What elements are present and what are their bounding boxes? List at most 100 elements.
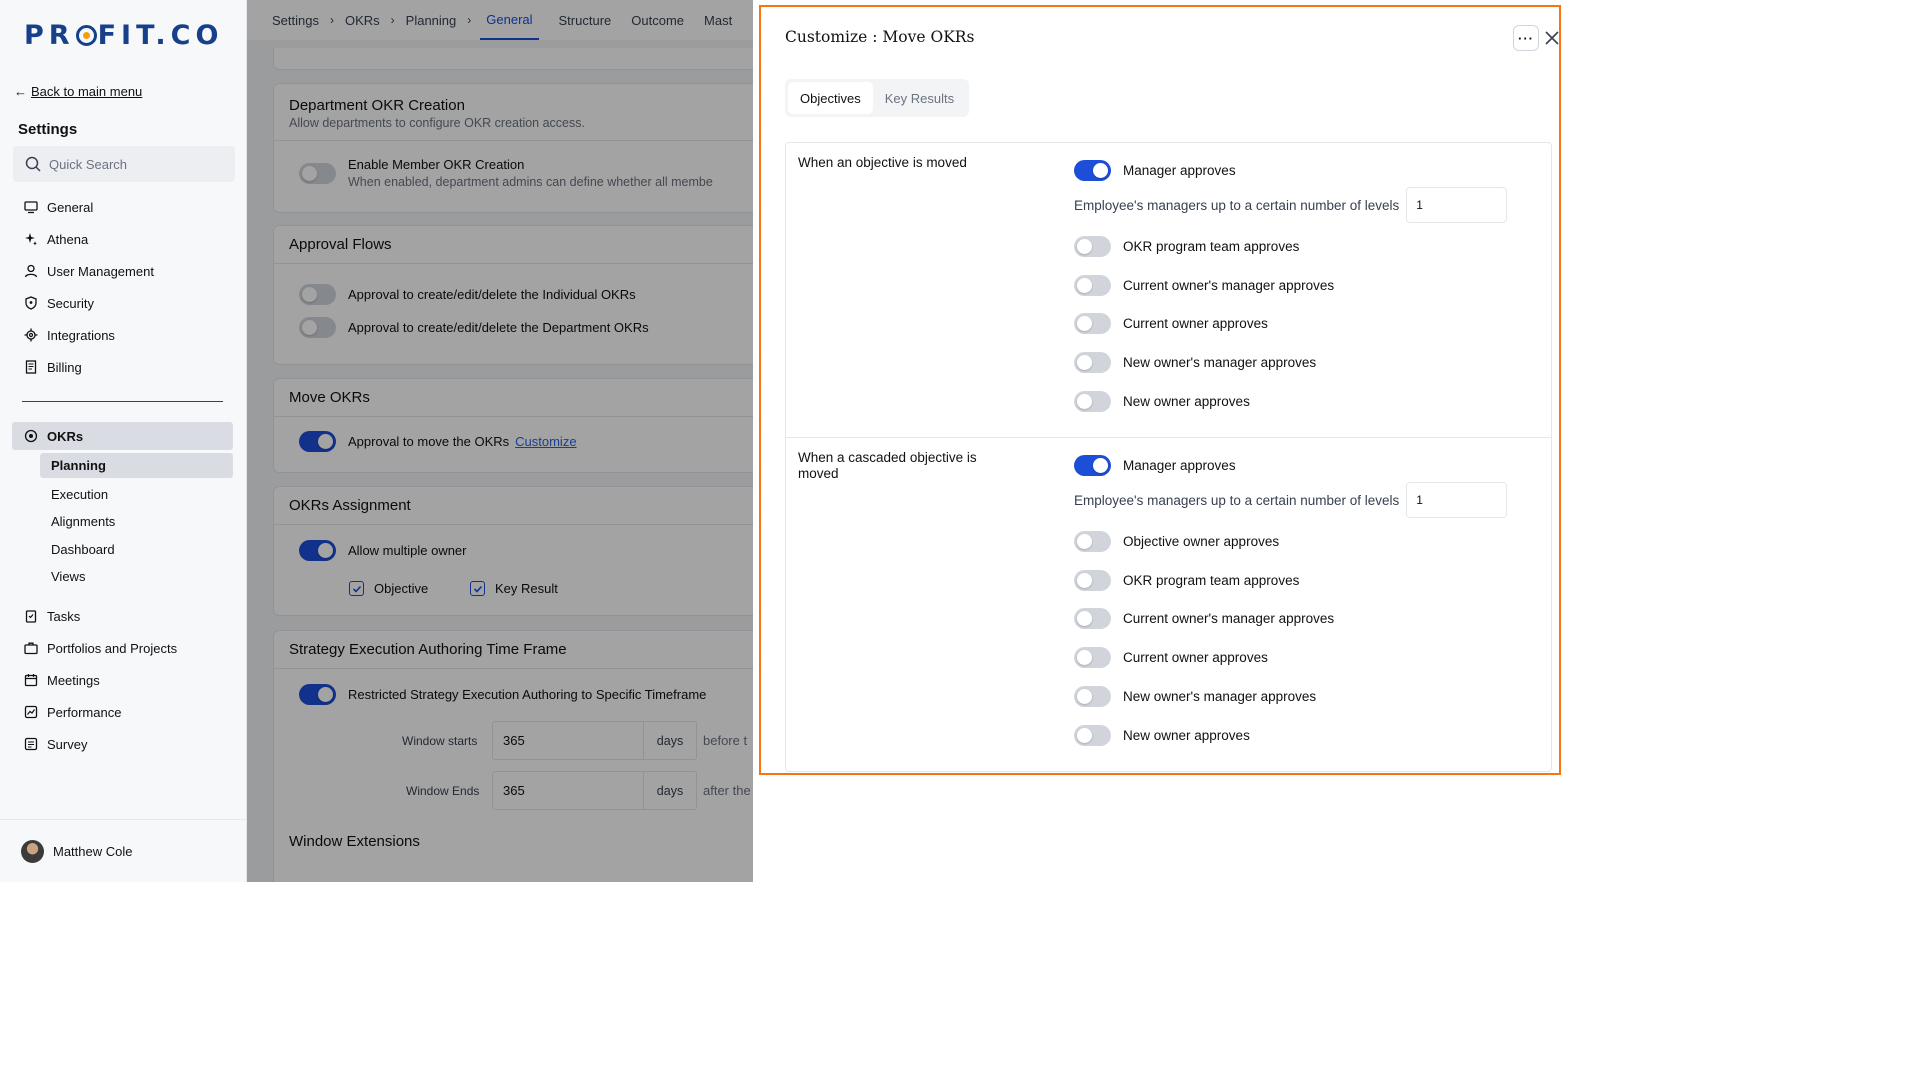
s2-option-row: Objective owner approves bbox=[1074, 531, 1279, 552]
sidebar-item-label: Survey bbox=[47, 736, 88, 752]
s2-option-row: New owner approves bbox=[1074, 725, 1250, 746]
quick-search-input[interactable]: Quick Search bbox=[13, 146, 235, 182]
sidebar-item-performance[interactable]: Performance bbox=[0, 696, 247, 728]
sidebar-item-survey[interactable]: Survey bbox=[0, 728, 247, 760]
shield-icon bbox=[25, 296, 37, 310]
s1-option-row: New owner's manager approves bbox=[1074, 352, 1316, 373]
search-icon bbox=[25, 156, 41, 172]
option-label: Current owner approves bbox=[1123, 316, 1268, 331]
briefcase-icon bbox=[24, 642, 38, 655]
sidebar-item-label: Security bbox=[47, 295, 94, 311]
s1-option-row: Current owner approves bbox=[1074, 313, 1268, 334]
s2-objective-owner-toggle[interactable] bbox=[1074, 531, 1111, 552]
s1-okr-program-team-toggle[interactable] bbox=[1074, 236, 1111, 257]
sidebar-item-billing[interactable]: Billing bbox=[0, 351, 247, 383]
receipt-icon bbox=[25, 360, 37, 374]
subnav-execution[interactable]: Execution bbox=[40, 481, 233, 509]
monitor-icon bbox=[24, 201, 38, 214]
s2-option-row: OKR program team approves bbox=[1074, 570, 1299, 591]
s2-new-owner-toggle[interactable] bbox=[1074, 725, 1111, 746]
sidebar-item-tasks[interactable]: Tasks bbox=[0, 600, 247, 632]
s1-option-row: New owner approves bbox=[1074, 391, 1250, 412]
subnav-views[interactable]: Views bbox=[40, 563, 233, 591]
target-icon bbox=[24, 429, 38, 443]
s1-option-row: Current owner's manager approves bbox=[1074, 275, 1334, 296]
s1-levels-row: Employee's managers up to a certain numb… bbox=[1074, 187, 1508, 223]
sidebar-item-okrs[interactable]: OKRs bbox=[12, 422, 233, 450]
arrow-left-icon: ← bbox=[14, 84, 27, 99]
section-divider bbox=[786, 437, 1551, 438]
subnav-alignments[interactable]: Alignments bbox=[40, 508, 233, 536]
calendar-icon bbox=[24, 674, 38, 687]
sidebar-item-integrations[interactable]: Integrations bbox=[0, 319, 247, 351]
close-button[interactable] bbox=[1540, 26, 1564, 50]
section-cascaded-moved-label: When a cascaded objective is moved bbox=[798, 450, 977, 481]
sidebar-item-label: Integrations bbox=[47, 327, 115, 343]
sidebar-item-label: Performance bbox=[47, 704, 122, 720]
option-label: New owner approves bbox=[1123, 394, 1250, 409]
s2-okr-program-team-toggle[interactable] bbox=[1074, 570, 1111, 591]
customize-move-okrs-drawer: Customize : Move OKRs ··· Objectives Key… bbox=[753, 0, 1568, 882]
sidebar: PR FIT.CO ← Back to main menu Settings Qui… bbox=[0, 0, 247, 882]
s1-new-owner-manager-toggle[interactable] bbox=[1074, 352, 1111, 373]
levels-label: Employee's managers up to a certain numb… bbox=[1074, 492, 1400, 508]
option-label: OKR program team approves bbox=[1123, 573, 1300, 588]
sidebar-item-general[interactable]: General bbox=[0, 191, 247, 223]
sidebar-item-athena[interactable]: Athena bbox=[0, 223, 247, 255]
sidebar-divider bbox=[22, 401, 223, 402]
settings-nav: General Athena User Management Security … bbox=[0, 191, 247, 383]
s1-new-owner-toggle[interactable] bbox=[1074, 391, 1111, 412]
tab-objectives[interactable]: Objectives bbox=[788, 82, 873, 114]
sparkle-icon bbox=[25, 233, 37, 246]
s2-new-owner-manager-toggle[interactable] bbox=[1074, 686, 1111, 707]
s2-option-row: New owner's manager approves bbox=[1074, 686, 1316, 707]
quick-search-placeholder: Quick Search bbox=[49, 156, 128, 172]
option-label: Manager approves bbox=[1123, 163, 1236, 178]
more-options-button[interactable]: ··· bbox=[1513, 25, 1539, 51]
highlight-frame: Customize : Move OKRs ··· Objectives Key… bbox=[759, 5, 1561, 775]
tab-key-results[interactable]: Key Results bbox=[873, 82, 966, 114]
s2-manager-approves-row: Manager approves bbox=[1074, 455, 1236, 476]
subnav-dashboard[interactable]: Dashboard bbox=[40, 536, 233, 564]
modules-nav: Tasks Portfolios and Projects Meetings P… bbox=[0, 600, 247, 760]
profit-co-logo[interactable]: PR FIT.CO bbox=[24, 20, 223, 51]
s1-current-owner-manager-toggle[interactable] bbox=[1074, 275, 1111, 296]
s2-current-owner-toggle[interactable] bbox=[1074, 647, 1111, 668]
option-label: Objective owner approves bbox=[1123, 534, 1280, 549]
modal-backdrop[interactable] bbox=[247, 0, 753, 882]
s1-current-owner-toggle[interactable] bbox=[1074, 313, 1111, 334]
sidebar-item-security[interactable]: Security bbox=[0, 287, 247, 319]
avatar bbox=[21, 839, 44, 863]
s2-levels-row: Employee's managers up to a certain numb… bbox=[1074, 482, 1508, 518]
sidebar-item-user-management[interactable]: User Management bbox=[0, 255, 247, 287]
s2-option-row: Current owner's manager approves bbox=[1074, 608, 1334, 629]
approval-settings-panel: When an objective is moved Manager appro… bbox=[785, 142, 1552, 772]
s2-current-owner-manager-toggle[interactable] bbox=[1074, 608, 1111, 629]
sidebar-item-portfolios[interactable]: Portfolios and Projects bbox=[0, 632, 247, 664]
s2-levels-input[interactable]: 1 bbox=[1406, 482, 1508, 518]
option-label: New owner approves bbox=[1123, 728, 1250, 743]
sidebar-item-meetings[interactable]: Meetings bbox=[0, 664, 247, 696]
subnav-planning[interactable]: Planning bbox=[40, 453, 233, 478]
option-label: Current owner approves bbox=[1123, 650, 1268, 665]
option-label: Manager approves bbox=[1123, 458, 1236, 473]
s1-levels-input[interactable]: 1 bbox=[1406, 187, 1508, 223]
option-label: Current owner's manager approves bbox=[1123, 278, 1335, 293]
back-to-main-menu-link[interactable]: ← Back to main menu bbox=[14, 84, 142, 99]
levels-label: Employee's managers up to a certain numb… bbox=[1074, 197, 1400, 213]
clipboard-icon bbox=[25, 610, 37, 623]
sidebar-item-label: Meetings bbox=[47, 672, 100, 688]
drawer-title: Customize : Move OKRs bbox=[785, 28, 975, 46]
sidebar-item-label: User Management bbox=[47, 263, 154, 279]
survey-icon bbox=[24, 737, 38, 751]
s1-manager-approves-toggle[interactable] bbox=[1074, 160, 1111, 181]
s1-manager-approves-row: Manager approves bbox=[1074, 160, 1236, 181]
okrs-label: OKRs bbox=[47, 428, 84, 444]
option-label: New owner's manager approves bbox=[1123, 689, 1317, 704]
user-profile[interactable]: Matthew Cole bbox=[0, 819, 247, 882]
sidebar-item-label: Billing bbox=[47, 359, 82, 375]
s2-manager-approves-toggle[interactable] bbox=[1074, 455, 1111, 476]
drawer-tabs: Objectives Key Results bbox=[785, 79, 970, 117]
chart-icon bbox=[24, 705, 38, 719]
option-label: Current owner's manager approves bbox=[1123, 611, 1335, 626]
